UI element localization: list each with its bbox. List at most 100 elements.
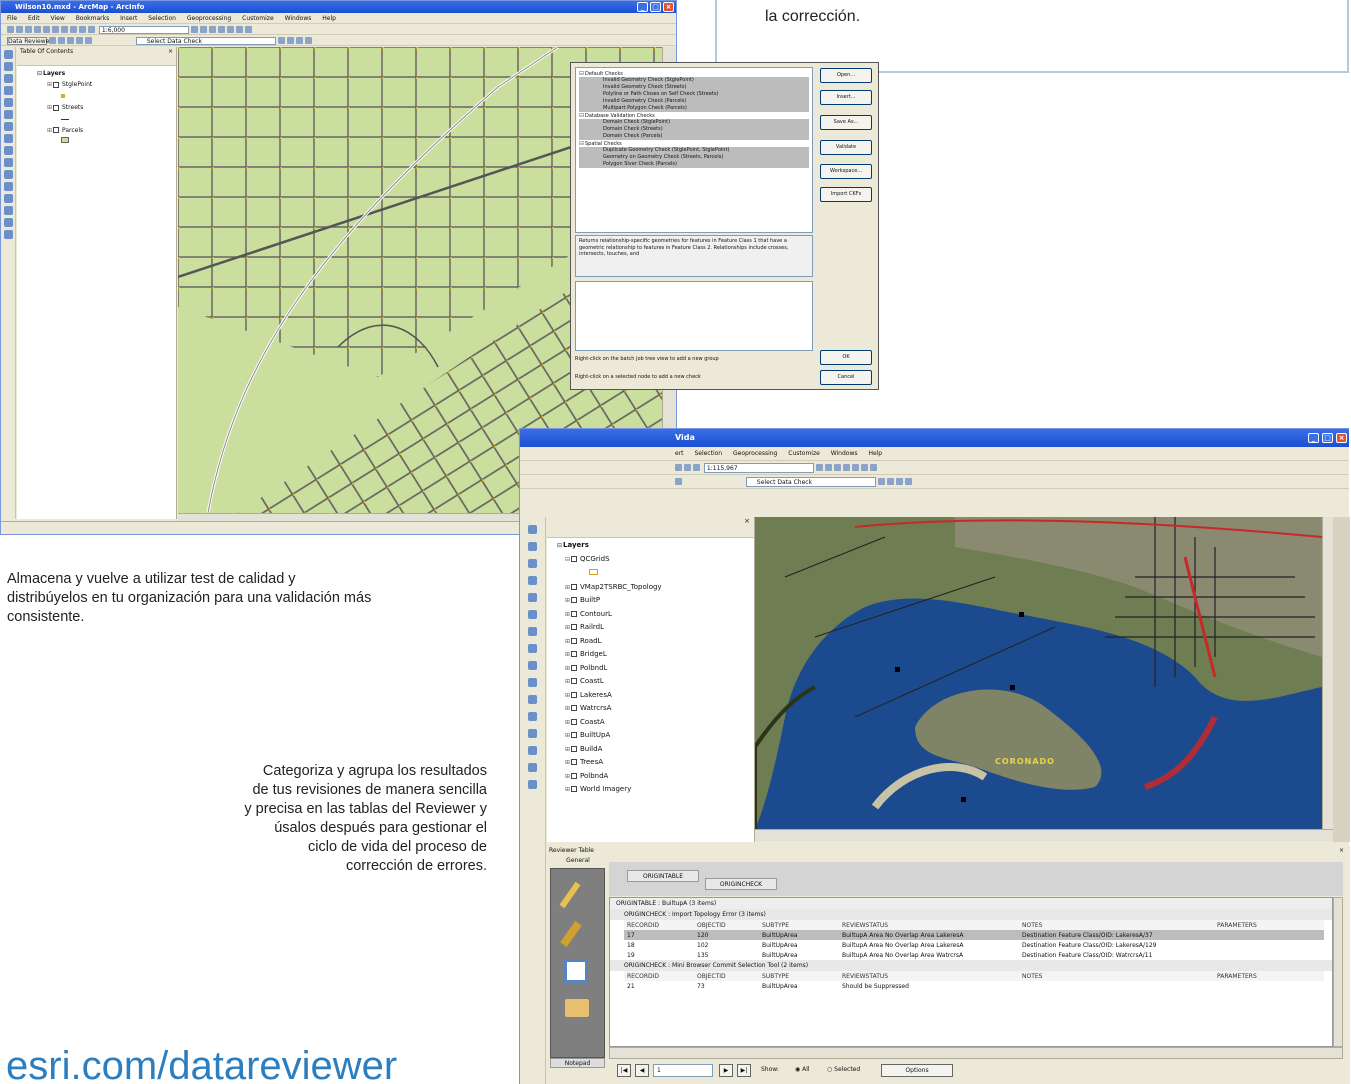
editor-icon[interactable]	[190, 26, 198, 33]
maximize-button[interactable]: □	[650, 2, 661, 12]
notepad-label[interactable]: Notepad	[550, 1058, 605, 1068]
toc-item-parcels[interactable]: ⊞ Parcels	[17, 125, 176, 136]
group-tab-origincheck[interactable]: ORIGINCHECK	[705, 878, 777, 890]
toc-item-layer[interactable]: ⊞ CoastL	[547, 675, 754, 689]
layer-checkbox[interactable]	[53, 127, 59, 134]
measure-icon[interactable]	[3, 206, 13, 215]
scale-field[interactable]: 1:6,000	[98, 25, 189, 34]
show-selected-radio[interactable]: ○ Selected	[827, 1061, 860, 1079]
arctoolbox-icon[interactable]	[851, 464, 859, 471]
check-properties-icon[interactable]	[886, 478, 894, 485]
layer-checkbox[interactable]	[571, 678, 577, 684]
options-button[interactable]: Options	[881, 1064, 953, 1077]
hyperlink-icon[interactable]	[3, 218, 13, 227]
full-extent-icon[interactable]	[3, 86, 13, 95]
first-record-button[interactable]: |◀	[617, 1064, 631, 1077]
previous-record-button[interactable]: ◀	[635, 1064, 649, 1077]
close-button[interactable]: ×	[663, 2, 674, 12]
ok-button[interactable]: OK	[820, 350, 872, 365]
column-header[interactable]: OBJECTID	[694, 971, 759, 981]
menu-customize[interactable]: Customize	[242, 15, 274, 22]
search-icon[interactable]	[217, 26, 225, 33]
column-header[interactable]: NOTES	[1019, 920, 1214, 930]
map-2-vscroll[interactable]	[1322, 517, 1333, 829]
website-url[interactable]: esri.com/datareviewer	[6, 1042, 397, 1084]
measure-icon[interactable]	[528, 746, 537, 755]
zoom-out-icon[interactable]	[3, 62, 13, 71]
select-elements-icon[interactable]	[3, 170, 13, 179]
layer-checkbox[interactable]	[571, 651, 577, 657]
table-row[interactable]: 19 135 BuiltUpArea BuiltupA Area No Overlap…	[624, 950, 1324, 960]
column-header[interactable]: SUBTYPE	[759, 920, 839, 930]
menu-insert[interactable]: ert	[675, 450, 684, 457]
notepad-icon[interactable]	[565, 999, 589, 1017]
layer-checkbox[interactable]	[571, 786, 577, 792]
table-row[interactable]: 18 102 BuiltUpArea BuiltupA Area No Overlap…	[624, 940, 1324, 950]
column-header[interactable]: PARAMETERS	[1214, 920, 1324, 930]
minimize-button[interactable]: _	[637, 2, 648, 12]
menu-insert[interactable]: Insert	[120, 15, 137, 22]
tree-check-item[interactable]: Multipart Polygon Check (Parcels)	[579, 105, 809, 112]
layers-icon[interactable]	[904, 478, 912, 485]
layer-checkbox[interactable]	[571, 772, 577, 779]
find-icon[interactable]	[528, 729, 537, 738]
menu-selection[interactable]: Selection	[694, 450, 722, 457]
toc-item-stglepoint[interactable]: ⊞ StglePoint	[17, 79, 176, 90]
toc-item-world-imagery[interactable]: ⊞ World Imagery	[547, 783, 754, 797]
reviewer-toolbar-menu[interactable]: Data Reviewer	[7, 36, 52, 45]
layer-checkbox[interactable]	[571, 610, 577, 617]
menu-customize[interactable]: Customize	[788, 450, 820, 457]
highlighter-icon[interactable]	[560, 921, 582, 947]
toc-item-qcgrids[interactable]: ⊟ QCGridS	[547, 552, 754, 566]
grid-vscroll[interactable]	[1333, 897, 1343, 1047]
pencil-icon[interactable]	[559, 881, 581, 909]
toc-icon[interactable]	[199, 26, 207, 33]
python-icon[interactable]	[860, 464, 868, 471]
current-record-field[interactable]: 1	[653, 1064, 713, 1077]
maximize-button[interactable]: □	[1322, 433, 1333, 443]
layer-checkbox[interactable]	[53, 104, 59, 111]
group-row-origincheck-1[interactable]: ORIGINCHECK : Import Topology Error (3 i…	[610, 909, 1332, 920]
zoom-in-icon[interactable]	[3, 50, 13, 59]
run-check-icon[interactable]	[277, 37, 285, 44]
table-row[interactable]: 21 73 BuiltUpArea Should be Suppressed	[624, 981, 1324, 991]
toc-item-layer[interactable]: ⊞ WatrcrsA	[547, 702, 754, 716]
redo-icon[interactable]	[684, 464, 691, 471]
layer-checkbox[interactable]	[571, 584, 577, 590]
toc-item-layer[interactable]: ⊞ LakeresA	[547, 689, 754, 703]
tree-check-item[interactable]: Polyline or Path Closes on Self Check (S…	[579, 91, 809, 98]
forward-icon[interactable]	[3, 134, 13, 143]
menu-edit[interactable]: Edit	[28, 15, 40, 22]
identify-icon[interactable]	[3, 182, 13, 191]
checks-icon[interactable]	[84, 37, 92, 44]
column-header[interactable]: NOTES	[1019, 971, 1214, 981]
zoom-out-icon[interactable]	[528, 542, 537, 551]
tree-check-item[interactable]: Domain Check (StglePoint)	[579, 119, 809, 126]
layer-checkbox[interactable]	[53, 81, 59, 88]
layer-checkbox[interactable]	[571, 691, 577, 698]
add-data-icon[interactable]	[88, 26, 95, 33]
toc-close-icon[interactable]: ×	[744, 517, 750, 525]
last-record-button[interactable]: ▶|	[737, 1064, 751, 1077]
next-record-button[interactable]: ▶	[719, 1064, 733, 1077]
layer-checkbox[interactable]	[571, 624, 577, 630]
toc-item-layer[interactable]: ⊞ TreesA	[547, 756, 754, 770]
zoom-in-icon[interactable]	[528, 525, 537, 534]
toc-item-layer[interactable]: ⊞ ContourL	[547, 608, 754, 622]
undo-icon[interactable]	[79, 26, 86, 33]
tree-group-database-validation[interactable]: ⊟Database Validation Checks	[579, 112, 809, 119]
tree-check-item[interactable]: Duplicate Geometry Check (StglePoint, St…	[579, 147, 809, 154]
arctoolbox-icon[interactable]	[226, 26, 234, 33]
cut-icon[interactable]	[43, 26, 50, 33]
html-popup-icon[interactable]	[3, 230, 13, 239]
window-1-titlebar[interactable]: Wilson10.mxd - ArcMap - ArcInfo _ □ ×	[1, 1, 676, 13]
column-header[interactable]: OBJECTID	[694, 920, 759, 930]
reviewer-session-icon[interactable]	[48, 37, 56, 44]
identify-icon[interactable]	[528, 712, 537, 721]
toc-item-layer[interactable]: ⊞ BridgeL	[547, 648, 754, 662]
toc-item-streets[interactable]: ⊞ Streets	[17, 102, 176, 113]
cancel-button[interactable]: Cancel	[820, 370, 872, 385]
tree-check-item[interactable]: Domain Check (Parcels)	[579, 133, 809, 140]
window-2-titlebar[interactable]: Vida _ □ ×	[520, 429, 1349, 447]
undo-icon[interactable]	[675, 464, 682, 471]
